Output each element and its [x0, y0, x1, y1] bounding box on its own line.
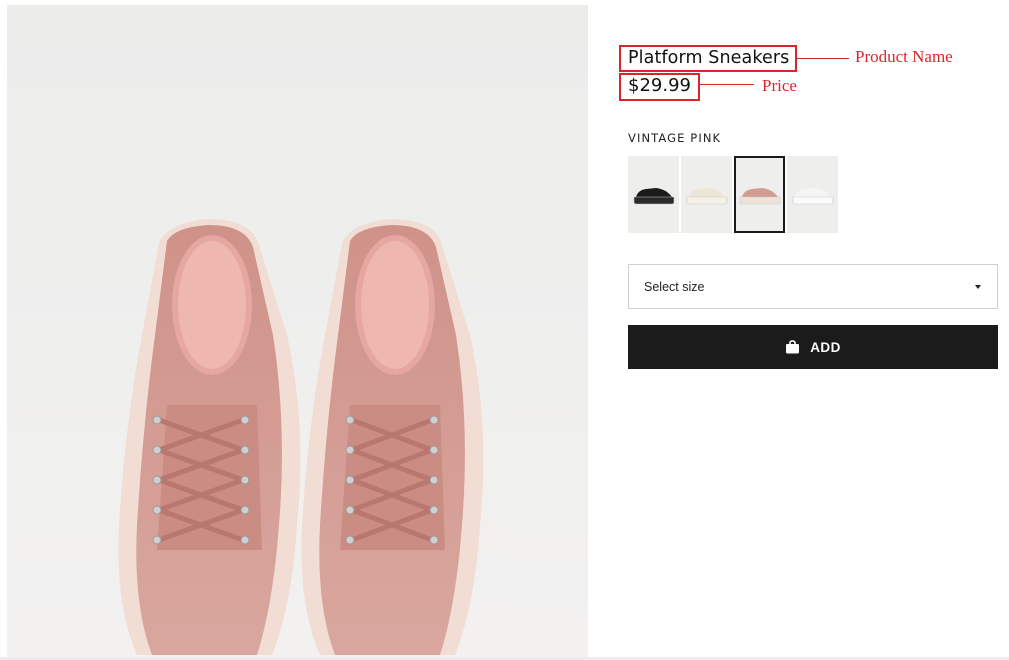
color-swatch-white[interactable] — [787, 156, 838, 233]
color-name-label: VINTAGE PINK — [628, 131, 722, 145]
right-shoe — [301, 219, 484, 655]
size-select-label: Select size — [644, 280, 705, 294]
price-annotation-label: Price — [762, 76, 797, 95]
price-annotation-line — [700, 84, 754, 85]
shoe-thumbnail — [739, 187, 780, 204]
left-shoe — [118, 219, 301, 655]
color-swatch-cream[interactable] — [681, 156, 732, 233]
color-swatch-black[interactable] — [628, 156, 679, 233]
size-select-dropdown[interactable]: Select size — [628, 264, 998, 309]
shoe-thumbnail — [686, 187, 727, 204]
price-annotation-box — [619, 73, 700, 101]
shoe-thumbnail — [792, 187, 833, 204]
product-name-annotation-label: Product Name — [855, 47, 953, 66]
shoe-thumbnail — [633, 187, 674, 204]
add-to-bag-button[interactable]: ADD — [628, 325, 998, 369]
product-name-annotation-line — [797, 58, 849, 59]
add-button-label: ADD — [810, 339, 841, 355]
color-swatches — [628, 156, 838, 233]
color-swatch-vintage-pink[interactable] — [734, 156, 785, 233]
caret-down-icon — [975, 285, 981, 289]
product-image — [7, 5, 588, 660]
shopping-bag-icon — [786, 340, 800, 354]
product-name-annotation-box — [619, 45, 797, 72]
